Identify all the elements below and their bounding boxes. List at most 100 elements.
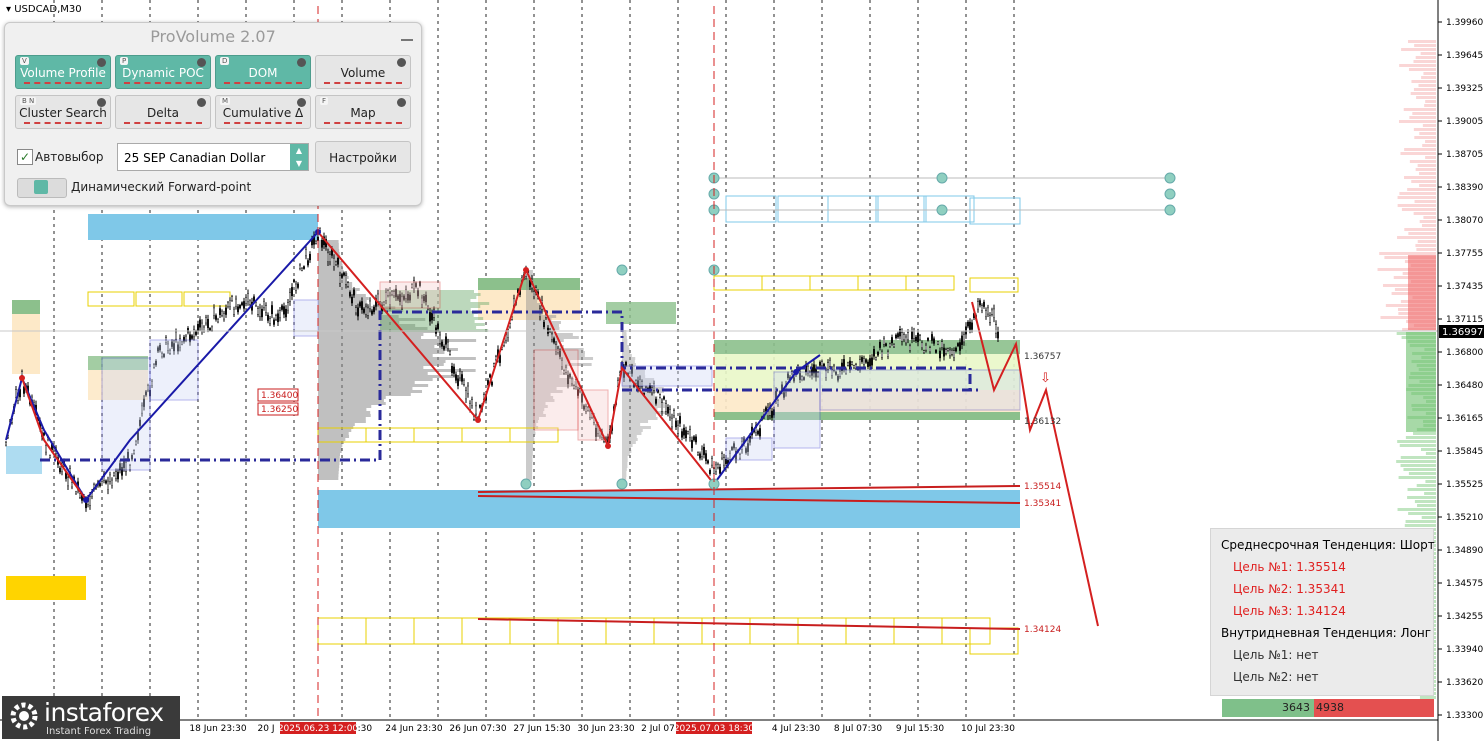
hotkey-badge: P: [120, 57, 129, 65]
down-arrow-icon: ⇩: [1040, 371, 1051, 386]
time-tick-label: 8 Jul 07:30: [834, 724, 883, 734]
mid-trend-label: Среднесрочная Тенденция: Шорт: [1221, 538, 1435, 552]
hotkey-badge: D: [220, 57, 230, 65]
spinner-arrows-icon[interactable]: ▲ ▼: [290, 144, 308, 170]
price-tick-label: 1.39645: [1446, 51, 1483, 61]
price-tick-label: 1.36165: [1446, 414, 1483, 424]
gear-icon[interactable]: [297, 98, 306, 107]
panel-button-cumulative-[interactable]: Cumulative ΔM: [215, 95, 311, 129]
panel-button-cluster-search[interactable]: Cluster Search B N: [15, 95, 111, 129]
forward-point-toggle[interactable]: [17, 178, 67, 198]
zone-blue-small: [6, 446, 42, 474]
volume-profile: [318, 240, 668, 480]
support-zone: [318, 490, 1020, 528]
price-tick-label: 1.38390: [1446, 183, 1483, 193]
contract-value: 25 SEP Canadian Dollar: [124, 151, 266, 165]
highlighted-time-label: 2025.07.03 18:30: [674, 724, 755, 734]
gear-icon[interactable]: [397, 58, 406, 67]
target-3: Цель №3: 1.34124: [1233, 604, 1346, 618]
time-tick-label: 2 Jul 07: [641, 724, 675, 734]
time-tick-label: 18 Jun 23:30: [189, 724, 246, 734]
level-label: 1.36757: [1024, 352, 1061, 362]
autoselect-label: Автовыбор: [35, 150, 104, 164]
time-axis: 18 Jun 23:30 20 J 5:30 24 Jun 23:30 26 Jun 0…: [189, 722, 1015, 734]
zone-green: [714, 412, 1020, 420]
contract-select[interactable]: 25 SEP Canadian Dollar ▲ ▼: [117, 143, 309, 171]
price-tick-label: 1.35210: [1446, 513, 1483, 523]
intraday-target-1: Цель №1: нет: [1233, 648, 1319, 662]
minimize-icon[interactable]: [401, 29, 413, 41]
price-tick-label: 1.36800: [1446, 348, 1483, 358]
price-tick-label: 1.39005: [1446, 117, 1483, 127]
panel-title: ProVolume 2.07: [150, 27, 276, 46]
time-tick-label: 4 Jul 23:30: [772, 724, 821, 734]
price-axis: 1.39960 1.39645 1.39325 1.39005 1.38705 1.383…: [1438, 18, 1483, 721]
provolume-panel[interactable]: ProVolume 2.07 Volume Profile V Dynamic PO…: [4, 22, 422, 206]
time-tick-label: 20 J: [258, 724, 275, 734]
symbol-label: ▾ USDCAD,M30: [6, 4, 82, 15]
time-tick-label: 24 Jun 23:30: [385, 724, 442, 734]
hotkey-badge: B N: [20, 97, 37, 105]
forward-point-label: Динамический Forward-point: [71, 180, 252, 194]
price-tick-label: 1.35525: [1446, 480, 1483, 490]
intraday-target-2: Цель №2: нет: [1233, 670, 1319, 684]
price-tick-label: 1.38070: [1446, 216, 1483, 226]
price-tick-label: 1.34575: [1446, 579, 1483, 589]
autoselect-checkbox[interactable]: ✓: [17, 149, 33, 165]
price-tick-label: 1.36480: [1446, 381, 1483, 391]
panel-button-dom[interactable]: DOM D: [215, 55, 311, 89]
sell-volume: 4938: [1314, 699, 1434, 717]
settings-button[interactable]: Настройки: [315, 141, 411, 173]
blue-level-boxes: [714, 177, 1170, 225]
target-line-3: [477, 618, 1021, 630]
logo-tagline: Instant Forex Trading: [46, 726, 152, 737]
gear-icon[interactable]: [97, 58, 106, 67]
level-label: 1.36132: [1024, 417, 1061, 427]
level-label: 1.35514: [1024, 482, 1061, 492]
gear-icon[interactable]: [297, 58, 306, 67]
time-tick-label: 30 Jun 23:30: [577, 724, 634, 734]
level-label: 1.35341: [1024, 499, 1061, 509]
target-1: Цель №1: 1.35514: [1233, 560, 1346, 574]
gear-icon[interactable]: [197, 98, 206, 107]
panel-button-map[interactable]: Map F: [315, 95, 411, 129]
time-tick-label: 9 Jul 15:30: [896, 724, 945, 734]
panel-button-dynamic-poc[interactable]: Dynamic POC P: [115, 55, 211, 89]
hotkey-badge: F: [320, 97, 329, 105]
price-tick-label: 1.37435: [1446, 282, 1483, 292]
hotkey-badge: V: [20, 57, 29, 65]
zone-orange: [12, 314, 40, 374]
gear-logo-icon: [10, 702, 38, 730]
hotkey-badge: M: [220, 97, 231, 105]
price-tick-label: 1.39960: [1446, 18, 1483, 28]
price-tick-label: 1.37115: [1446, 315, 1483, 325]
price-tick-label: 1.34890: [1446, 546, 1483, 556]
gear-icon[interactable]: [197, 58, 206, 67]
zone-green: [12, 300, 40, 314]
instaforex-logo: instaforex Instant Forex Trading: [2, 696, 180, 739]
level-label: 1.34124: [1024, 625, 1061, 635]
gear-icon[interactable]: [97, 98, 106, 107]
price-tick-label: 1.38705: [1446, 150, 1483, 160]
trend-info-box: Среднесрочная Тенденция: Шорт Цель №1: 1…: [1210, 528, 1435, 696]
gear-icon[interactable]: [397, 98, 406, 107]
price-tick-label: 1.37755: [1446, 249, 1483, 259]
price-box-label: 1.36250: [261, 405, 298, 415]
logo-name: instaforex: [44, 698, 164, 727]
price-tick-label: 1.34255: [1446, 612, 1483, 622]
buy-volume: 3643: [1222, 699, 1314, 717]
panel-button-volume-profile[interactable]: Volume Profile V: [15, 55, 111, 89]
price-box-label: 1.36400: [261, 391, 298, 401]
highlighted-time-label: 2025.06.23 12:00: [278, 724, 359, 734]
price-tick-label: 1.33620: [1446, 678, 1483, 688]
panel-button-delta[interactable]: Delta: [115, 95, 211, 129]
zone-green: [714, 340, 1020, 354]
resistance-zone: [88, 214, 318, 240]
zone-yellow: [6, 576, 86, 600]
candlesticks: [5, 227, 1021, 512]
price-tick-label: 1.35845: [1446, 447, 1483, 457]
price-tick-label: 1.33300: [1446, 711, 1483, 721]
intraday-trend-label: Внутридневная Тенденция: Лонг: [1221, 626, 1432, 640]
time-tick-label: 26 Jun 07:30: [449, 724, 506, 734]
panel-button-volume[interactable]: Volume: [315, 55, 411, 89]
